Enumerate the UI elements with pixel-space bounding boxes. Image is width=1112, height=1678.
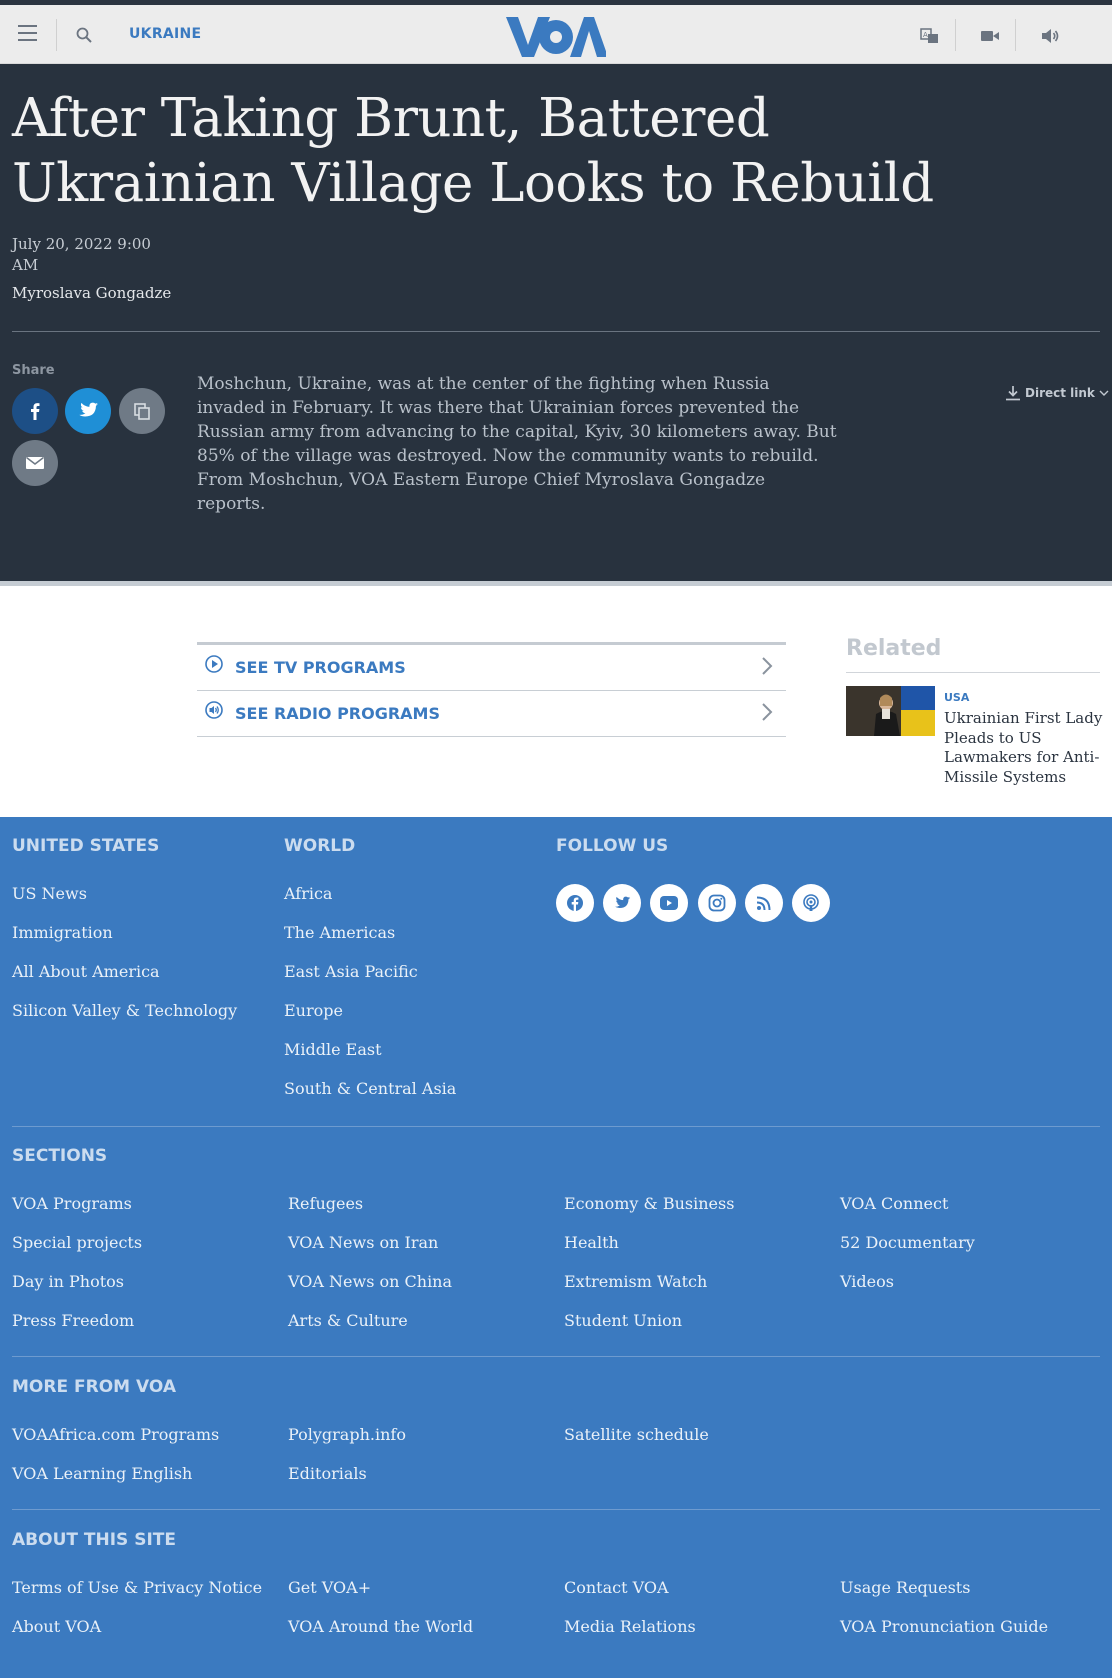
footer-link[interactable]: Usage Requests: [840, 1578, 970, 1597]
article-summary: Moshchun, Ukraine, was at the center of …: [197, 374, 837, 514]
header-divider: [12, 331, 1100, 332]
footer-link[interactable]: Contact VOA: [564, 1578, 669, 1597]
facebook-icon[interactable]: [556, 884, 594, 922]
rss-icon[interactable]: [745, 884, 783, 922]
footer-heading-sections: SECTIONS: [12, 1146, 108, 1166]
search-icon[interactable]: [76, 27, 92, 43]
footer-link[interactable]: East Asia Pacific: [284, 962, 418, 981]
audio-speaker-icon[interactable]: [1040, 27, 1060, 45]
footer-link[interactable]: All About America: [12, 962, 160, 981]
copy-icon: [134, 403, 150, 420]
video-camera-icon[interactable]: [980, 27, 1000, 45]
direct-link-dropdown[interactable]: Direct link: [1005, 385, 1109, 401]
footer-divider: [12, 1509, 1100, 1510]
share-label: Share: [12, 363, 55, 378]
footer-link[interactable]: VOA Pronunciation Guide: [840, 1617, 1048, 1636]
programs-list: SEE TV PROGRAMS SEE RADIO PROGRAMS: [197, 642, 786, 738]
footer-link[interactable]: Terms of Use & Privacy Notice: [12, 1578, 262, 1597]
footer-link[interactable]: Health: [564, 1233, 619, 1252]
footer-link[interactable]: Day in Photos: [12, 1272, 124, 1291]
footer-link[interactable]: Special projects: [12, 1233, 142, 1252]
chevron-right-icon: [762, 703, 773, 721]
related-category-link[interactable]: USA: [944, 691, 969, 704]
language-icon[interactable]: A: [920, 27, 940, 45]
radio-speaker-icon: [205, 701, 223, 719]
direct-link-label: Direct link: [1025, 386, 1095, 400]
author-link[interactable]: Myroslava Gongadze: [12, 284, 171, 302]
footer-link[interactable]: VOA Learning English: [12, 1464, 192, 1483]
footer-link[interactable]: Student Union: [564, 1311, 682, 1330]
publish-date: July 20, 2022 9:00 AM: [12, 235, 151, 274]
footer-link[interactable]: VOAAfrica.com Programs: [12, 1425, 219, 1444]
footer-link[interactable]: Get VOA+: [288, 1578, 371, 1597]
footer-heading-more-from-voa: MORE FROM VOA: [12, 1377, 176, 1397]
footer-divider: [12, 1356, 1100, 1357]
copy-link-button[interactable]: [119, 388, 165, 434]
see-tv-programs-label: SEE TV PROGRAMS: [235, 658, 406, 677]
footer-link[interactable]: Polygraph.info: [288, 1425, 406, 1444]
footer-divider: [12, 1126, 1100, 1127]
footer-link[interactable]: VOA Connect: [840, 1194, 948, 1213]
footer-link[interactable]: VOA Around the World: [288, 1617, 473, 1636]
twitter-icon: [79, 402, 99, 417]
footer-link[interactable]: Refugees: [288, 1194, 363, 1213]
instagram-icon[interactable]: [698, 884, 736, 922]
email-icon: [26, 456, 44, 469]
footer-heading-united-states: UNITED STATES: [12, 836, 160, 856]
share-email-button[interactable]: [12, 440, 58, 486]
footer-heading-follow-us: FOLLOW US: [556, 836, 669, 856]
footer-link[interactable]: VOA News on China: [288, 1272, 452, 1291]
svg-text:A: A: [923, 31, 928, 39]
footer-link[interactable]: Africa: [284, 884, 332, 903]
facebook-icon: [31, 403, 40, 420]
see-tv-programs-link[interactable]: SEE TV PROGRAMS: [197, 645, 786, 691]
footer-link[interactable]: US News: [12, 884, 87, 903]
footer-link[interactable]: Economy & Business: [564, 1194, 734, 1213]
nav-divider: [1015, 19, 1016, 51]
article-title: After Taking Brunt, Battered Ukrainian V…: [12, 88, 934, 214]
top-navbar: UKRAINE A: [0, 5, 1112, 64]
footer-heading-world: WORLD: [284, 836, 356, 856]
footer-link[interactable]: Europe: [284, 1001, 343, 1020]
share-twitter-button[interactable]: [65, 388, 111, 434]
footer-link[interactable]: Satellite schedule: [564, 1425, 709, 1444]
footer-link[interactable]: VOA Programs: [12, 1194, 132, 1213]
footer-link[interactable]: The Americas: [284, 923, 395, 942]
footer-link[interactable]: Media Relations: [564, 1617, 696, 1636]
footer-link[interactable]: Press Freedom: [12, 1311, 134, 1330]
footer-link[interactable]: South & Central Asia: [284, 1079, 456, 1098]
related-divider: [846, 672, 1100, 673]
footer-link[interactable]: Videos: [840, 1272, 894, 1291]
related-article-headline[interactable]: Ukrainian First Lady Pleads to US Lawmak…: [944, 709, 1104, 787]
footer-link[interactable]: 52 Documentary: [840, 1233, 975, 1252]
related-heading: Related: [846, 636, 942, 661]
voa-logo[interactable]: [506, 15, 606, 59]
chevron-down-icon: [1099, 390, 1109, 396]
footer-link[interactable]: Arts & Culture: [288, 1311, 408, 1330]
footer-heading-about-this-site: ABOUT THIS SITE: [12, 1530, 176, 1550]
footer-link[interactable]: Extremism Watch: [564, 1272, 707, 1291]
share-facebook-button[interactable]: [12, 388, 58, 434]
nav-divider: [56, 19, 57, 51]
nav-section-link[interactable]: UKRAINE: [129, 26, 201, 42]
related-article-thumbnail[interactable]: [846, 686, 935, 736]
footer-link[interactable]: Middle East: [284, 1040, 382, 1059]
footer-link[interactable]: Immigration: [12, 923, 113, 942]
see-radio-programs-label: SEE RADIO PROGRAMS: [235, 704, 440, 723]
footer-link[interactable]: About VOA: [12, 1617, 101, 1636]
play-circle-icon: [205, 655, 223, 673]
podcast-icon[interactable]: [792, 884, 830, 922]
nav-divider: [955, 19, 956, 51]
hamburger-menu-icon[interactable]: [18, 25, 37, 41]
youtube-icon[interactable]: [650, 884, 688, 922]
footer-link[interactable]: Editorials: [288, 1464, 367, 1483]
download-icon: [1006, 386, 1020, 401]
footer-link[interactable]: Silicon Valley & Technology: [12, 1001, 237, 1020]
footer-link[interactable]: VOA News on Iran: [288, 1233, 438, 1252]
twitter-icon[interactable]: [603, 884, 641, 922]
see-radio-programs-link[interactable]: SEE RADIO PROGRAMS: [197, 691, 786, 737]
chevron-right-icon: [762, 657, 773, 675]
